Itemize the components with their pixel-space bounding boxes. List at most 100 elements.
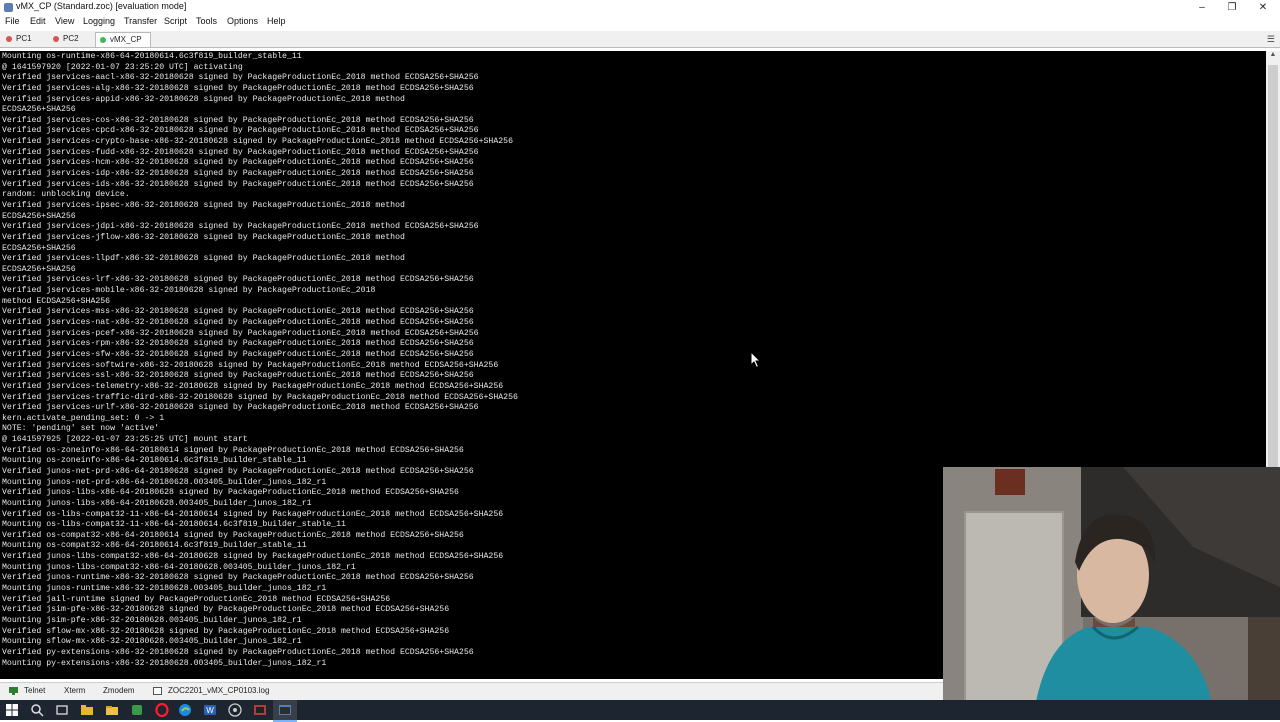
green-app-icon[interactable] (130, 703, 144, 717)
status-dot-icon (6, 36, 12, 42)
terminal-line: Verified jservices-llpdf-x86-32-20180628… (2, 254, 405, 264)
terminal-line: Verified os-zoneinfo-x86-64-20180614 sig… (2, 445, 464, 455)
terminal-line: Verified jservices-jflow-x86-32-20180628… (2, 232, 405, 242)
terminal-line: Verified jservices-nat-x86-32-20180628 s… (2, 318, 474, 328)
mouse-cursor-icon (750, 351, 762, 369)
terminal-line: ECDSA256+SHA256 (2, 243, 76, 253)
app-icon (4, 3, 13, 12)
terminal-line: Mounting junos-libs-compat32-x86-64-2018… (2, 562, 356, 572)
menu-file[interactable]: File (5, 16, 20, 26)
status-zmodem[interactable]: Zmodem (103, 686, 135, 695)
menu-view[interactable]: View (55, 16, 74, 26)
terminal-line: Verified py-extensions-x86-32-20180628 s… (2, 647, 474, 657)
minimize-button[interactable]: – (1187, 0, 1217, 15)
tab-pc2[interactable]: PC2 (49, 32, 87, 46)
terminal-line: Verified jservices-rpm-x86-32-20180628 s… (2, 339, 474, 349)
obs-icon[interactable] (228, 703, 242, 717)
terminal-line: Verified sflow-mx-x86-32-20180628 signed… (2, 626, 450, 636)
terminal-line: Verified jservices-cos-x86-32-20180628 s… (2, 115, 474, 125)
terminal-line: Verified jservices-ssl-x86-32-20180628 s… (2, 371, 474, 381)
terminal-line: Mounting os-compat32-x86-64-20180614.6c3… (2, 541, 307, 551)
webcam-overlay (943, 467, 1280, 720)
terminal-line: Mounting sflow-mx-x86-32-20180628.003405… (2, 637, 302, 647)
terminal-line: Mounting junos-runtime-x86-32-20180628.0… (2, 584, 327, 594)
menu-help[interactable]: Help (267, 16, 286, 26)
terminal-line: Verified jservices-jdpi-x86-32-20180628 … (2, 222, 479, 232)
terminal-line: Verified jservices-ids-x86-32-20180628 s… (2, 179, 474, 189)
terminal-line: Verified jservices-sfw-x86-32-20180628 s… (2, 349, 474, 359)
terminal-line: random: unblocking device. (2, 190, 130, 200)
task-view-icon[interactable] (55, 703, 69, 717)
tab-list-menu-icon[interactable]: ☰ (1267, 34, 1275, 45)
terminal-line: kern.activate_pending_set: 0 -> 1 (2, 413, 165, 423)
terminal-line: Verified jsim-pfe-x86-32-20180628 signed… (2, 605, 450, 615)
terminal-line: Verified jservices-idp-x86-32-20180628 s… (2, 169, 474, 179)
terminal-line: Mounting py-extensions-x86-32-20180628.0… (2, 658, 327, 668)
terminal-line: Verified os-libs-compat32-11-x86-64-2018… (2, 509, 504, 519)
menu-logging[interactable]: Logging (83, 16, 115, 26)
terminal-line: Verified jservices-aacl-x86-32-20180628 … (2, 73, 479, 83)
menu-script[interactable]: Script (164, 16, 187, 26)
scroll-up-icon[interactable]: ▲ (1266, 51, 1280, 63)
terminal-line: ECDSA256+SHA256 (2, 211, 76, 221)
terminal-line: Mounting jsim-pfe-x86-32-20180628.003405… (2, 615, 302, 625)
terminal-line: Verified junos-runtime-x86-32-20180628 s… (2, 573, 474, 583)
session-tab-bar: PC1 PC2 vMX_CP ☰ (0, 31, 1280, 48)
terminal-line: Verified jservices-pcef-x86-32-20180628 … (2, 328, 479, 338)
window-title: vMX_CP (Standard.zoc) [evaluation mode] (16, 1, 187, 11)
word-icon[interactable]: W (203, 703, 217, 717)
terminal-line: NOTE: 'pending' set now 'active' (2, 424, 160, 434)
terminal-line: Verified jservices-urlf-x86-32-20180628 … (2, 403, 479, 413)
terminal-line: Verified jservices-fudd-x86-32-20180628 … (2, 147, 479, 157)
close-button[interactable]: ✕ (1248, 0, 1278, 15)
zoc-icon[interactable] (253, 703, 267, 717)
windows-taskbar: W (0, 700, 1280, 722)
tab-label: PC2 (63, 34, 79, 43)
svg-text:W: W (206, 706, 214, 715)
terminal-line: Mounting junos-net-prd-x86-64-20180628.0… (2, 477, 327, 487)
log-checkbox-icon[interactable] (153, 687, 162, 695)
terminal-line: Verified os-compat32-x86-64-20180614 sig… (2, 530, 464, 540)
menu-bar: File Edit View Logging Transfer Script T… (0, 15, 1280, 30)
status-telnet[interactable]: Telnet (24, 686, 45, 695)
terminal-line: Verified jservices-appid-x86-32-20180628… (2, 94, 405, 104)
terminal-line: Verified jservices-ipsec-x86-32-20180628… (2, 200, 405, 210)
terminal-line: Verified jservices-cpcd-x86-32-20180628 … (2, 126, 479, 136)
opera-icon[interactable] (155, 703, 169, 717)
terminal-line: @ 1641597925 [2022-01-07 23:25:25 UTC] m… (2, 435, 248, 445)
maximize-button[interactable]: ❐ (1217, 0, 1247, 15)
terminal-line: Verified jservices-lrf-x86-32-20180628 s… (2, 275, 474, 285)
terminal-line: Verified jservices-softwire-x86-32-20180… (2, 360, 499, 370)
terminal-text: Mounting os-runtime-x86-64-20180614.6c3f… (2, 52, 518, 669)
terminal-line: Mounting os-runtime-x86-64-20180614.6c3f… (2, 52, 302, 61)
edge-icon[interactable] (178, 703, 192, 717)
tab-label: vMX_CP (110, 35, 142, 44)
menu-tools[interactable]: Tools (196, 16, 217, 26)
folder-icon[interactable] (105, 703, 119, 717)
terminal-line: Verified jservices-mss-x86-32-20180628 s… (2, 307, 474, 317)
menu-edit[interactable]: Edit (30, 16, 46, 26)
active-app-highlight (273, 700, 297, 722)
tab-vmx-cp[interactable]: vMX_CP (95, 32, 151, 47)
telnet-icon (9, 687, 18, 695)
terminal-line: Verified junos-libs-compat32-x86-64-2018… (2, 552, 504, 562)
search-icon[interactable] (30, 703, 44, 717)
menu-options[interactable]: Options (227, 16, 258, 26)
file-explorer-icon[interactable] (80, 703, 94, 717)
status-logfile[interactable]: ZOC2201_vMX_CP0103.log (168, 686, 269, 695)
status-dot-icon (53, 36, 59, 42)
terminal-line: Verified jservices-mobile-x86-32-2018062… (2, 286, 376, 296)
terminal-line: @ 1641597920 [2022-01-07 23:25:20 UTC] a… (2, 62, 243, 72)
terminal-line: ECDSA256+SHA256 (2, 105, 76, 115)
tab-pc1[interactable]: PC1 (2, 32, 40, 46)
terminal-line: Verified junos-libs-x86-64-20180628 sign… (2, 488, 459, 498)
menu-transfer[interactable]: Transfer (124, 16, 157, 26)
terminal-line: Mounting junos-libs-x86-64-20180628.0034… (2, 498, 312, 508)
terminal-line: Verified jservices-crypto-base-x86-32-20… (2, 137, 513, 147)
status-bar: Telnet Xterm Zmodem ZOC2201_vMX_CP0103.l… (0, 682, 943, 700)
terminal-line: method ECDSA256+SHA256 (2, 296, 111, 306)
status-xterm[interactable]: Xterm (64, 686, 85, 695)
terminal-line: Verified jservices-traffic-dird-x86-32-2… (2, 392, 518, 402)
terminal-line: Verified junos-net-prd-x86-64-20180628 s… (2, 466, 474, 476)
windows-start-icon[interactable] (5, 703, 19, 717)
